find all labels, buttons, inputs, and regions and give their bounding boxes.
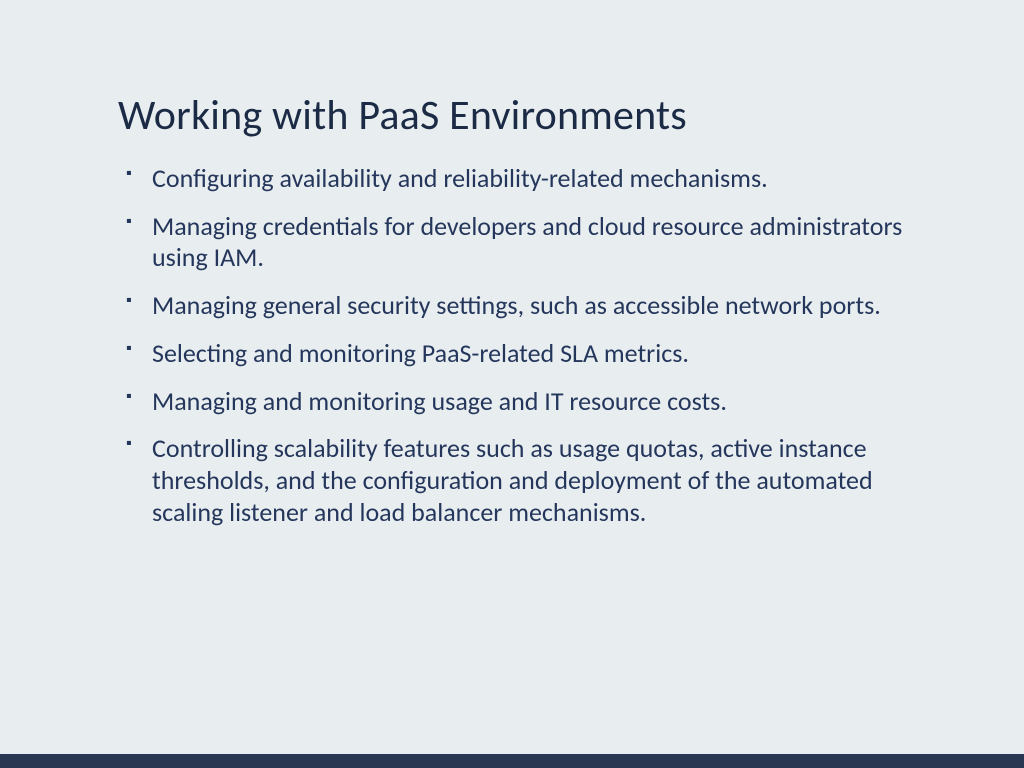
slide: Working with PaaS Environments Configuri… (0, 0, 1024, 768)
list-item: Selecting and monitoring PaaS-related SL… (124, 338, 914, 370)
bullet-list: Configuring availability and reliability… (118, 163, 914, 528)
list-item: Configuring availability and reliability… (124, 163, 914, 195)
list-item: Managing credentials for developers and … (124, 211, 914, 274)
slide-title: Working with PaaS Environments (118, 90, 914, 141)
footer-bar (0, 754, 1024, 768)
list-item: Managing and monitoring usage and IT res… (124, 386, 914, 418)
list-item: Controlling scalability features such as… (124, 433, 914, 528)
list-item: Managing general security settings, such… (124, 290, 914, 322)
